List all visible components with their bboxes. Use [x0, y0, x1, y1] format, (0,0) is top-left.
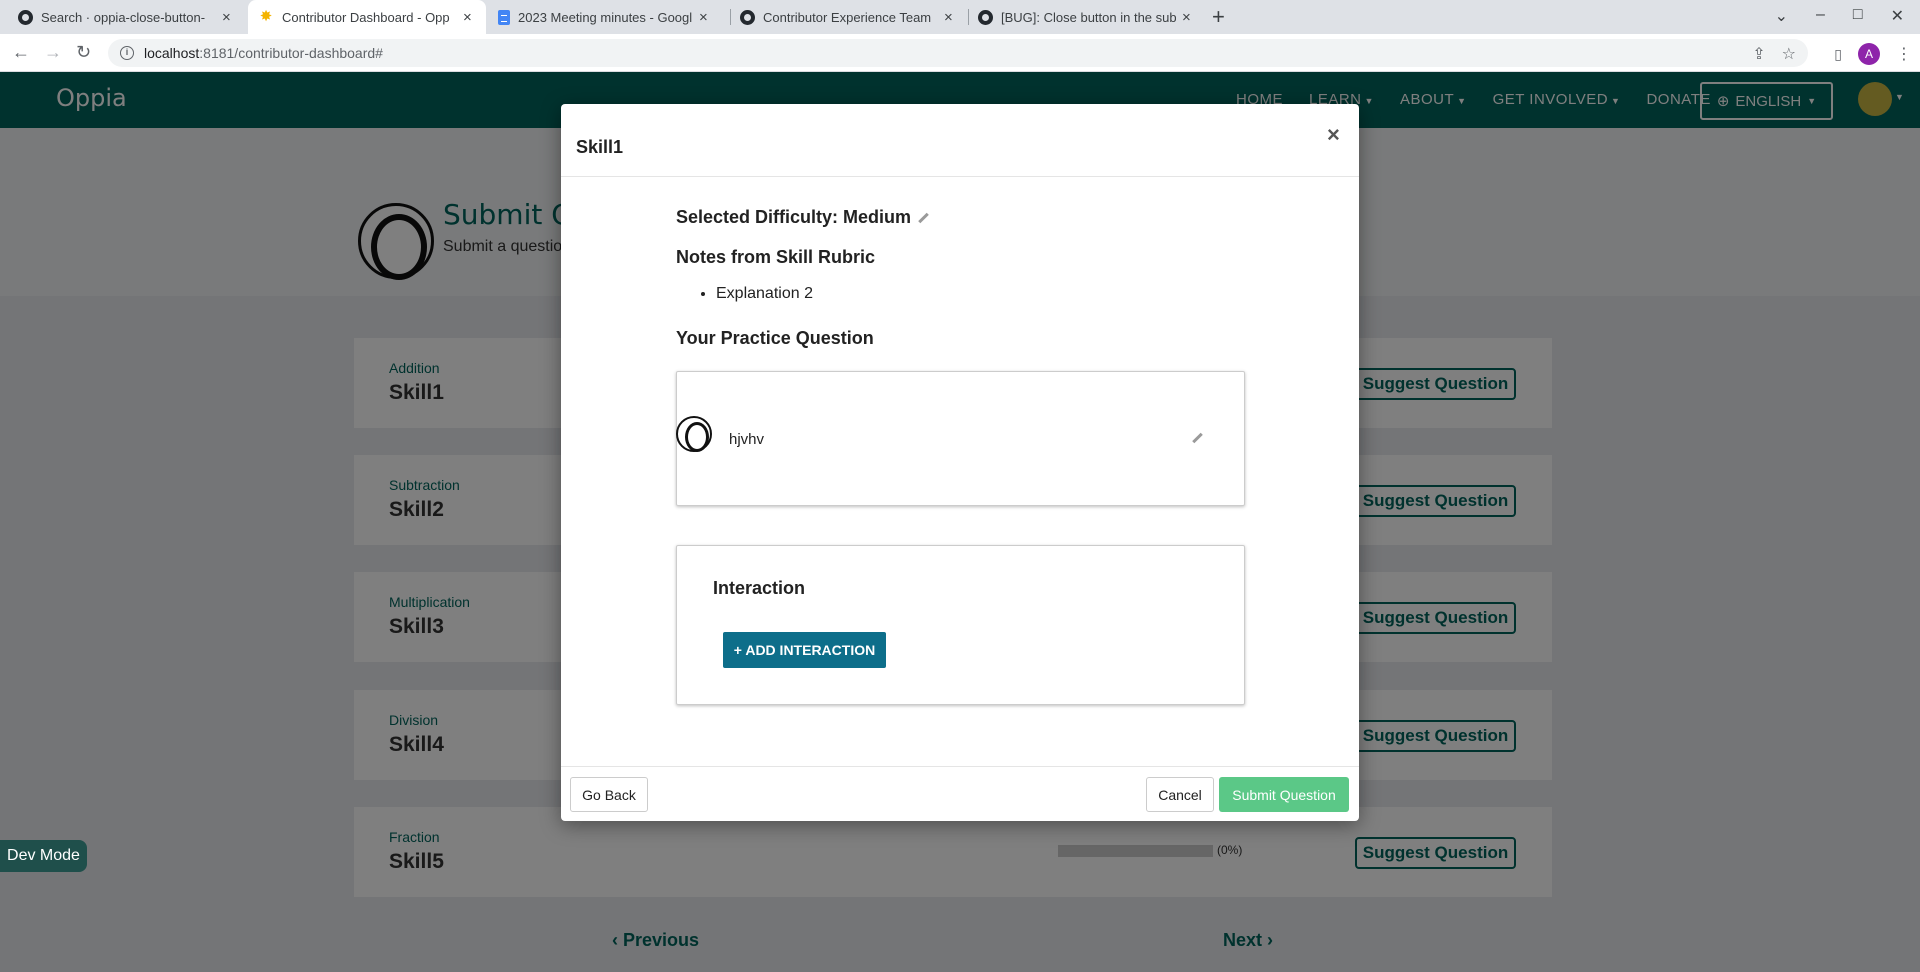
browser-tab-contributor-dashboard[interactable]: ✸ Contributor Dashboard - Opp × — [248, 0, 486, 34]
maximize-icon[interactable]: □ — [1853, 6, 1863, 26]
minimize-icon[interactable]: – — [1816, 6, 1825, 26]
modal-title: Skill1 — [576, 137, 624, 157]
question-content-card[interactable]: hjvhv — [676, 371, 1245, 506]
window-controls: ⌄ – □ ✕ — [1775, 6, 1904, 26]
url-path: :8181/contributor-dashboard# — [199, 45, 383, 61]
go-back-button[interactable]: Go Back — [570, 777, 648, 812]
back-arrow-icon[interactable]: ← — [12, 42, 30, 62]
site-info-icon[interactable]: i — [120, 46, 134, 60]
url-input[interactable]: i localhost:8181/contributor-dashboard# … — [108, 39, 1808, 67]
modal-header: Skill1 × — [561, 104, 1359, 177]
rubric-note: Explanation 2 — [716, 285, 813, 303]
modal-body: Selected Difficulty: Medium Notes from S… — [561, 177, 1359, 766]
close-icon[interactable]: × — [1327, 122, 1340, 148]
dev-mode-badge: Dev Mode — [0, 840, 87, 872]
bookmark-star-icon[interactable]: ☆ — [1782, 44, 1796, 64]
close-window-icon[interactable]: ✕ — [1891, 6, 1904, 26]
practice-question-heading: Your Practice Question — [676, 328, 874, 348]
close-icon[interactable]: × — [463, 9, 472, 26]
google-docs-icon — [498, 9, 510, 25]
browser-tab-meeting-minutes[interactable]: 2023 Meeting minutes - Googl × — [488, 0, 718, 34]
oppia-favicon-icon: ✸ — [259, 8, 273, 25]
profile-avatar[interactable]: A — [1858, 43, 1880, 65]
share-icon[interactable]: ⇪ — [1752, 44, 1765, 64]
tab-title: [BUG]: Close button in the sub — [1001, 9, 1176, 25]
forward-arrow-icon[interactable]: → — [44, 42, 62, 62]
notes-heading: Notes from Skill Rubric — [676, 247, 876, 267]
browser-tab-bug[interactable]: [BUG]: Close button in the sub × — [968, 0, 1201, 34]
address-bar-row: ← → ↻ i localhost:8181/contributor-dashb… — [0, 34, 1920, 72]
cancel-button[interactable]: Cancel — [1146, 777, 1214, 812]
contributor-avatar — [676, 416, 712, 452]
browser-tab-search[interactable]: Search · oppia-close-button- × — [8, 0, 241, 34]
close-icon[interactable]: × — [1182, 9, 1191, 26]
question-editor-modal: Skill1 × Selected Difficulty: Medium Not… — [561, 104, 1359, 821]
interaction-card: Interaction + ADD INTERACTION — [676, 545, 1245, 705]
rubric-notes-list: Explanation 2 — [716, 285, 813, 303]
side-panel-icon[interactable]: ▯ — [1834, 46, 1842, 63]
tab-title: Contributor Experience Team — [763, 9, 932, 25]
browser-tab-contributor-experience[interactable]: Contributor Experience Team × — [730, 0, 963, 34]
edit-question-pencil-icon[interactable] — [1191, 432, 1203, 444]
browser-tab-bar: Search · oppia-close-button- × ✸ Contrib… — [0, 0, 1920, 34]
add-interaction-button[interactable]: + ADD INTERACTION — [723, 632, 886, 668]
edit-difficulty-pencil-icon[interactable] — [917, 212, 929, 224]
close-icon[interactable]: × — [944, 9, 953, 26]
github-icon — [978, 9, 993, 25]
submit-question-button[interactable]: Submit Question — [1219, 777, 1349, 812]
close-icon[interactable]: × — [222, 9, 231, 26]
close-icon[interactable]: × — [699, 9, 708, 26]
tab-title: 2023 Meeting minutes - Googl — [518, 9, 693, 25]
selected-difficulty: Selected Difficulty: Medium — [676, 207, 929, 228]
github-icon — [18, 9, 33, 25]
difficulty-label: Selected Difficulty: Medium — [676, 207, 912, 227]
github-icon — [740, 9, 755, 25]
reload-icon[interactable]: ↻ — [76, 42, 91, 62]
interaction-heading: Interaction — [713, 578, 806, 598]
modal-footer: Go Back Cancel Submit Question — [561, 766, 1359, 821]
browser-menu-icon[interactable]: ⋮ — [1896, 44, 1912, 64]
tab-title: Contributor Dashboard - Opp — [282, 9, 450, 25]
tab-title: Search · oppia-close-button- — [41, 9, 206, 25]
url-host: localhost — [144, 45, 200, 61]
question-text: hjvhv — [729, 431, 765, 448]
new-tab-icon[interactable]: + — [1212, 6, 1225, 28]
tab-search-chevron-icon[interactable]: ⌄ — [1775, 6, 1788, 26]
